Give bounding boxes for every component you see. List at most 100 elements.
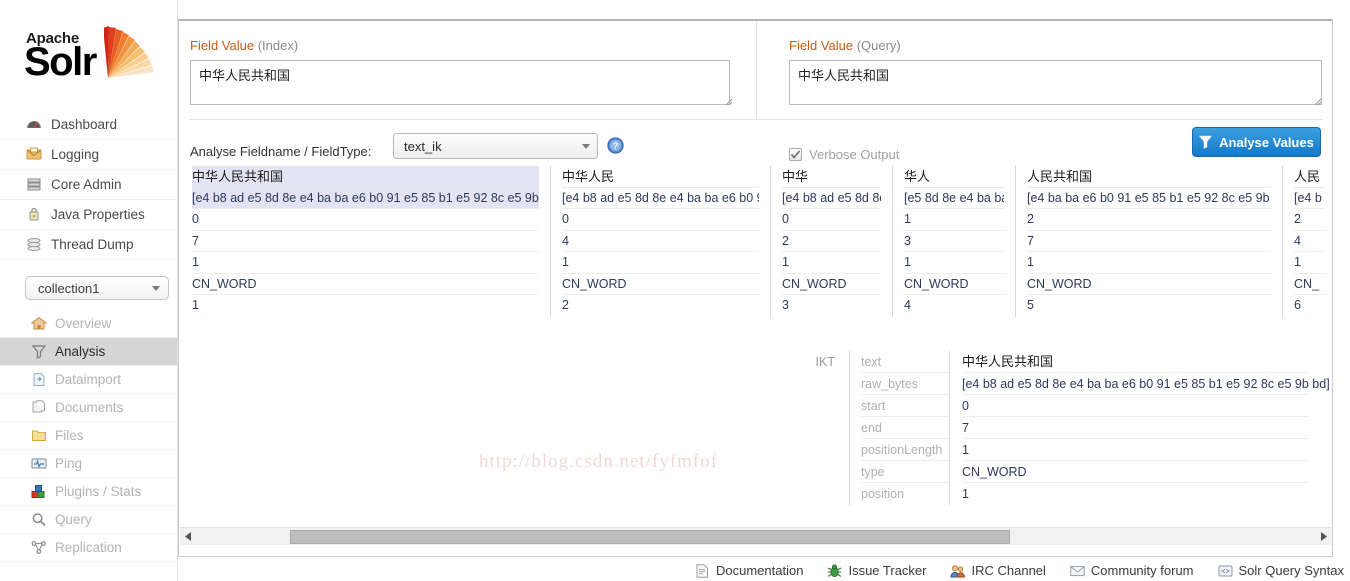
token-columns: 中华人民共和国 [e4 b8 ad e5 8d 8e e4 ba ba e6 b0… xyxy=(189,166,1332,326)
form-vertical-divider xyxy=(756,21,757,119)
token-end: 4 xyxy=(562,231,759,252)
sidebar-item-files[interactable]: Files xyxy=(0,422,177,450)
query-icon xyxy=(30,512,48,528)
sidebar-item-thread-dump[interactable]: Thread Dump xyxy=(0,230,177,260)
token-positionLength: 1 xyxy=(562,252,759,274)
analyzer-detail-values: 中华人民共和国 [e4 b8 ad e5 8d 8e e4 ba ba e6 b0… xyxy=(949,351,1330,505)
verbose-output-checkbox[interactable] xyxy=(789,148,802,161)
token-text: 中华人民 xyxy=(562,166,759,188)
solr-admin-page: Apache Solr Dashboard Logging Core Admin Ja… xyxy=(0,0,1350,581)
token-raw_bytes: [e5 8d 8e e4 ba ba] xyxy=(904,188,1004,209)
sidebar-item-label: Files xyxy=(55,428,84,443)
footer-links: Documentation Issue Tracker IRC Channel Com… xyxy=(178,560,1350,581)
token-start: 0 xyxy=(192,209,539,231)
detail-value: 1 xyxy=(962,439,1309,461)
token-end: 3 xyxy=(904,231,1004,252)
detail-value: 7 xyxy=(962,417,1309,439)
verbose-output-row: Verbose Output xyxy=(789,147,899,162)
logging-icon xyxy=(25,147,43,163)
token-start: 2 xyxy=(1027,209,1271,231)
sidebar-item-logging[interactable]: Logging xyxy=(0,140,177,170)
horizontal-scrollbar[interactable] xyxy=(180,527,1331,545)
detail-value: 中华人民共和国 xyxy=(962,351,1309,373)
sidebar-item-documents[interactable]: Documents xyxy=(0,394,177,422)
token-raw_bytes: [e4 b8 ad e5 8d 8e e4 ba ba e6 b0 91] xyxy=(562,188,759,209)
sidebar-item-label: Dashboard xyxy=(51,116,118,132)
sidebar-item-label: Dataimport xyxy=(55,372,122,387)
dashboard-icon xyxy=(25,117,43,133)
token-text: 中华人民共和国 xyxy=(192,166,539,188)
token-start: 0 xyxy=(562,209,759,231)
sidebar-item-query[interactable]: Query xyxy=(0,506,177,534)
sidebar-item-label: Overview xyxy=(55,316,112,331)
token-type: CN_WORD xyxy=(562,274,759,295)
documents-icon xyxy=(30,400,48,416)
analyse-fieldtype-row: Analyse Fieldname / FieldType: text_ik ? xyxy=(190,133,750,167)
sidebar-item-dashboard[interactable]: Dashboard xyxy=(0,110,177,140)
svg-text:?: ? xyxy=(613,141,619,151)
field-value-index-input[interactable] xyxy=(190,60,730,105)
token-text: 中华 xyxy=(782,166,881,188)
field-value-query-input[interactable] xyxy=(789,60,1322,105)
sidebar-item-plugins-stats[interactable]: Plugins / Stats xyxy=(0,478,177,506)
collection-selector-value: collection1 xyxy=(38,280,100,296)
sidebar-item-core-admin[interactable]: Core Admin xyxy=(0,170,177,200)
token-type: CN_WORD xyxy=(904,274,1004,295)
global-nav: Dashboard Logging Core Admin Java Propertie… xyxy=(0,110,177,260)
analyse-values-button[interactable]: Analyse Values xyxy=(1192,127,1321,157)
core-admin-icon xyxy=(25,177,43,193)
sidebar-item-overview[interactable]: Overview xyxy=(0,310,177,338)
thread-dump-icon xyxy=(25,237,43,253)
chevron-down-icon xyxy=(582,143,590,149)
people-icon xyxy=(950,564,966,578)
token-raw_bytes: [e4 b xyxy=(1294,188,1324,209)
bug-icon xyxy=(827,564,842,578)
detail-key: end xyxy=(861,417,949,439)
fieldtype-selector[interactable]: text_ik xyxy=(393,133,598,159)
arrow-left-icon[interactable] xyxy=(180,528,196,546)
token-positionLength: 1 xyxy=(192,252,539,274)
analyse-fieldname-label: Analyse Fieldname / FieldType: xyxy=(190,144,372,159)
token-positionLength: 1 xyxy=(1294,252,1324,274)
collection-selector[interactable]: collection1 xyxy=(25,276,169,300)
analyzer-detail-keys: text raw_bytes start end positionLength type p… xyxy=(849,351,949,505)
arrow-right-icon[interactable] xyxy=(1315,528,1331,546)
sidebar-item-label: Query xyxy=(55,512,92,527)
token-end: 2 xyxy=(782,231,881,252)
footer-link-solr-query-syntax[interactable]: <> Solr Query Syntax xyxy=(1218,563,1344,578)
footer-link-irc-channel[interactable]: IRC Channel xyxy=(950,563,1046,578)
detail-key: text xyxy=(861,351,949,373)
sidebar-item-java-properties[interactable]: Java Properties xyxy=(0,200,177,230)
token-positionLength: 1 xyxy=(1027,252,1271,274)
help-question-icon[interactable]: ? xyxy=(607,137,624,154)
scrollbar-thumb[interactable] xyxy=(290,529,1010,544)
replication-icon xyxy=(30,540,48,556)
token-end: 7 xyxy=(192,231,539,252)
detail-key: raw_bytes xyxy=(861,373,949,395)
sidebar-item-label: Analysis xyxy=(55,344,106,359)
main-panel: Field Value (Index) Field Value (Query) xyxy=(178,19,1333,557)
token-start: 2 xyxy=(1294,209,1324,231)
dataimport-icon xyxy=(30,372,48,388)
sidebar-item-label: Java Properties xyxy=(51,206,145,222)
token-text: 人民共和国 xyxy=(1027,166,1271,188)
footer-link-issue-tracker[interactable]: Issue Tracker xyxy=(827,563,926,578)
verbose-output-label: Verbose Output xyxy=(809,147,900,162)
footer-link-community-forum[interactable]: Community forum xyxy=(1070,563,1194,578)
field-value-query-label: Field Value (Query) xyxy=(789,38,901,53)
sidebar-item-dataimport[interactable]: Dataimport xyxy=(0,366,177,394)
token-end: 4 xyxy=(1294,231,1324,252)
solr-logo[interactable]: Apache Solr xyxy=(0,0,177,110)
sidebar-item-replication[interactable]: Replication xyxy=(0,534,177,562)
overview-icon xyxy=(30,316,48,332)
detail-value: [e4 b8 ad e5 8d 8e e4 ba ba e6 b0 91 e5 … xyxy=(962,373,1330,395)
sidebar-item-ping[interactable]: Ping xyxy=(0,450,177,478)
checkmark-icon xyxy=(790,150,801,159)
footer-link-documentation[interactable]: Documentation xyxy=(695,563,803,578)
token-type: CN_ xyxy=(1294,274,1324,295)
sidebar-item-analysis[interactable]: Analysis xyxy=(0,338,177,366)
token-start: 0 xyxy=(782,209,881,231)
sidebar-item-label: Core Admin xyxy=(51,176,122,192)
token-position: 3 xyxy=(782,298,789,312)
scrollbar-track[interactable] xyxy=(196,528,1315,546)
